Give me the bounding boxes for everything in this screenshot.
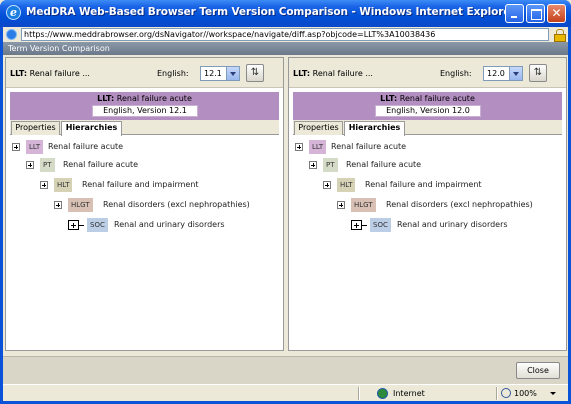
soc-badge: SOC: [87, 218, 108, 232]
soc-badge: SOC: [370, 218, 391, 232]
language-label: English:: [440, 69, 472, 78]
hlt-badge: HLT: [54, 178, 73, 192]
expand-icon[interactable]: [351, 220, 362, 230]
banner-term: LLT: Renal failure acute: [380, 94, 475, 103]
hlgt-badge: HLGT: [68, 198, 93, 212]
llt-badge: LLT: [26, 140, 44, 154]
dialog-footer: Close: [3, 356, 568, 384]
hlt-badge: HLT: [337, 178, 356, 192]
expand-icon[interactable]: [40, 181, 48, 189]
status-bar: Internet 100%: [3, 384, 568, 401]
tree-term-name: Renal failure acute: [63, 160, 139, 169]
term-banner: LLT: Renal failure acute English, Versio…: [293, 92, 562, 120]
hlgt-badge: HLGT: [351, 198, 376, 212]
tab-properties[interactable]: Properties: [11, 121, 60, 135]
llt-term-label: LLT: Renal failure ...: [293, 69, 373, 78]
zoom-level[interactable]: 100%: [514, 388, 537, 399]
lock-icon[interactable]: [554, 29, 566, 42]
tree-term-name: Renal failure acute: [48, 142, 124, 151]
address-url[interactable]: https://www.meddrabrowser.org/dsNavigato…: [21, 28, 549, 41]
expand-icon[interactable]: [309, 161, 317, 169]
swap-icon: ⇅: [250, 67, 260, 78]
tab-bar: Properties Hierarchies: [293, 120, 562, 136]
zoom-icon[interactable]: [501, 388, 511, 398]
status-divider: [496, 387, 498, 400]
tree-term-name: Renal failure and impairment: [82, 180, 199, 189]
tree-term-name: Renal and urinary disorders: [397, 220, 508, 229]
pane-header: LLT: Renal failure ... English: 12.0 ⇅: [289, 58, 566, 88]
expand-icon[interactable]: [12, 143, 20, 151]
chevron-down-icon[interactable]: [226, 67, 239, 80]
banner-version: English, Version 12.1: [92, 105, 198, 117]
pt-badge: PT: [40, 158, 55, 172]
dialog-title: Term Version Comparison: [3, 42, 568, 55]
version-select[interactable]: 12.1: [200, 66, 240, 81]
tree-term-name: Renal disorders (excl nephropathies): [103, 200, 250, 209]
language-label: English:: [157, 69, 189, 78]
banner-version: English, Version 12.0: [375, 105, 481, 117]
llt-badge: LLT: [309, 140, 327, 154]
tree-connector: [79, 225, 84, 226]
security-zone: Internet: [393, 389, 425, 398]
tree-term-name: Renal failure acute: [331, 142, 407, 151]
pane-header: LLT: Renal failure ... English: 12.1 ⇅: [6, 58, 283, 88]
dialog-client: Term Version Comparison LLT: Renal failu…: [3, 42, 568, 384]
tree-connector: [362, 225, 367, 226]
maximize-button[interactable]: [526, 4, 545, 23]
version-select[interactable]: 12.0: [483, 66, 523, 81]
chevron-down-icon[interactable]: [550, 392, 556, 395]
status-divider: [358, 387, 360, 400]
swap-versions-button[interactable]: ⇅: [529, 64, 547, 82]
tab-hierarchies[interactable]: Hierarchies: [61, 121, 122, 136]
term-banner: LLT: Renal failure acute English, Versio…: [10, 92, 279, 120]
expand-icon[interactable]: [323, 181, 331, 189]
expand-icon[interactable]: [68, 220, 79, 230]
tree-term-name: Renal failure acute: [346, 160, 422, 169]
minimize-button[interactable]: [505, 4, 524, 23]
right-version-pane: LLT: Renal failure ... English: 12.0 ⇅ L…: [288, 57, 567, 351]
expand-icon[interactable]: [54, 201, 62, 209]
tab-bar: Properties Hierarchies: [10, 120, 279, 136]
hierarchy-tree: LLT Renal failure acute PT Renal failure…: [6, 136, 283, 350]
banner-term: LLT: Renal failure acute: [97, 94, 192, 103]
llt-term-label: LLT: Renal failure ...: [10, 69, 90, 78]
expand-icon[interactable]: [26, 161, 34, 169]
close-window-button[interactable]: ✕: [547, 4, 566, 23]
ie-logo-icon: e: [6, 5, 21, 20]
tree-term-name: Renal failure and impairment: [365, 180, 482, 189]
title-bar[interactable]: e MedDRA Web-Based Browser Term Version …: [0, 0, 571, 27]
browser-window: e MedDRA Web-Based Browser Term Version …: [0, 0, 571, 404]
page-icon: [6, 29, 17, 40]
window-title: MedDRA Web-Based Browser Term Version Co…: [26, 6, 506, 18]
expand-icon[interactable]: [337, 201, 345, 209]
chevron-down-icon[interactable]: [509, 67, 522, 80]
left-version-pane: LLT: Renal failure ... English: 12.1 ⇅ L…: [5, 57, 284, 351]
pt-badge: PT: [323, 158, 338, 172]
tree-term-name: Renal disorders (excl nephropathies): [386, 200, 533, 209]
hierarchy-tree: LLT Renal failure acute PT Renal failure…: [289, 136, 566, 350]
close-button[interactable]: Close: [516, 362, 560, 379]
tree-term-name: Renal and urinary disorders: [114, 220, 225, 229]
expand-icon[interactable]: [295, 143, 303, 151]
tab-hierarchies[interactable]: Hierarchies: [344, 121, 405, 136]
globe-icon: [377, 388, 388, 399]
tab-properties[interactable]: Properties: [294, 121, 343, 135]
address-bar: https://www.meddrabrowser.org/dsNavigato…: [3, 27, 568, 42]
swap-icon: ⇅: [533, 67, 543, 78]
swap-versions-button[interactable]: ⇅: [246, 64, 264, 82]
